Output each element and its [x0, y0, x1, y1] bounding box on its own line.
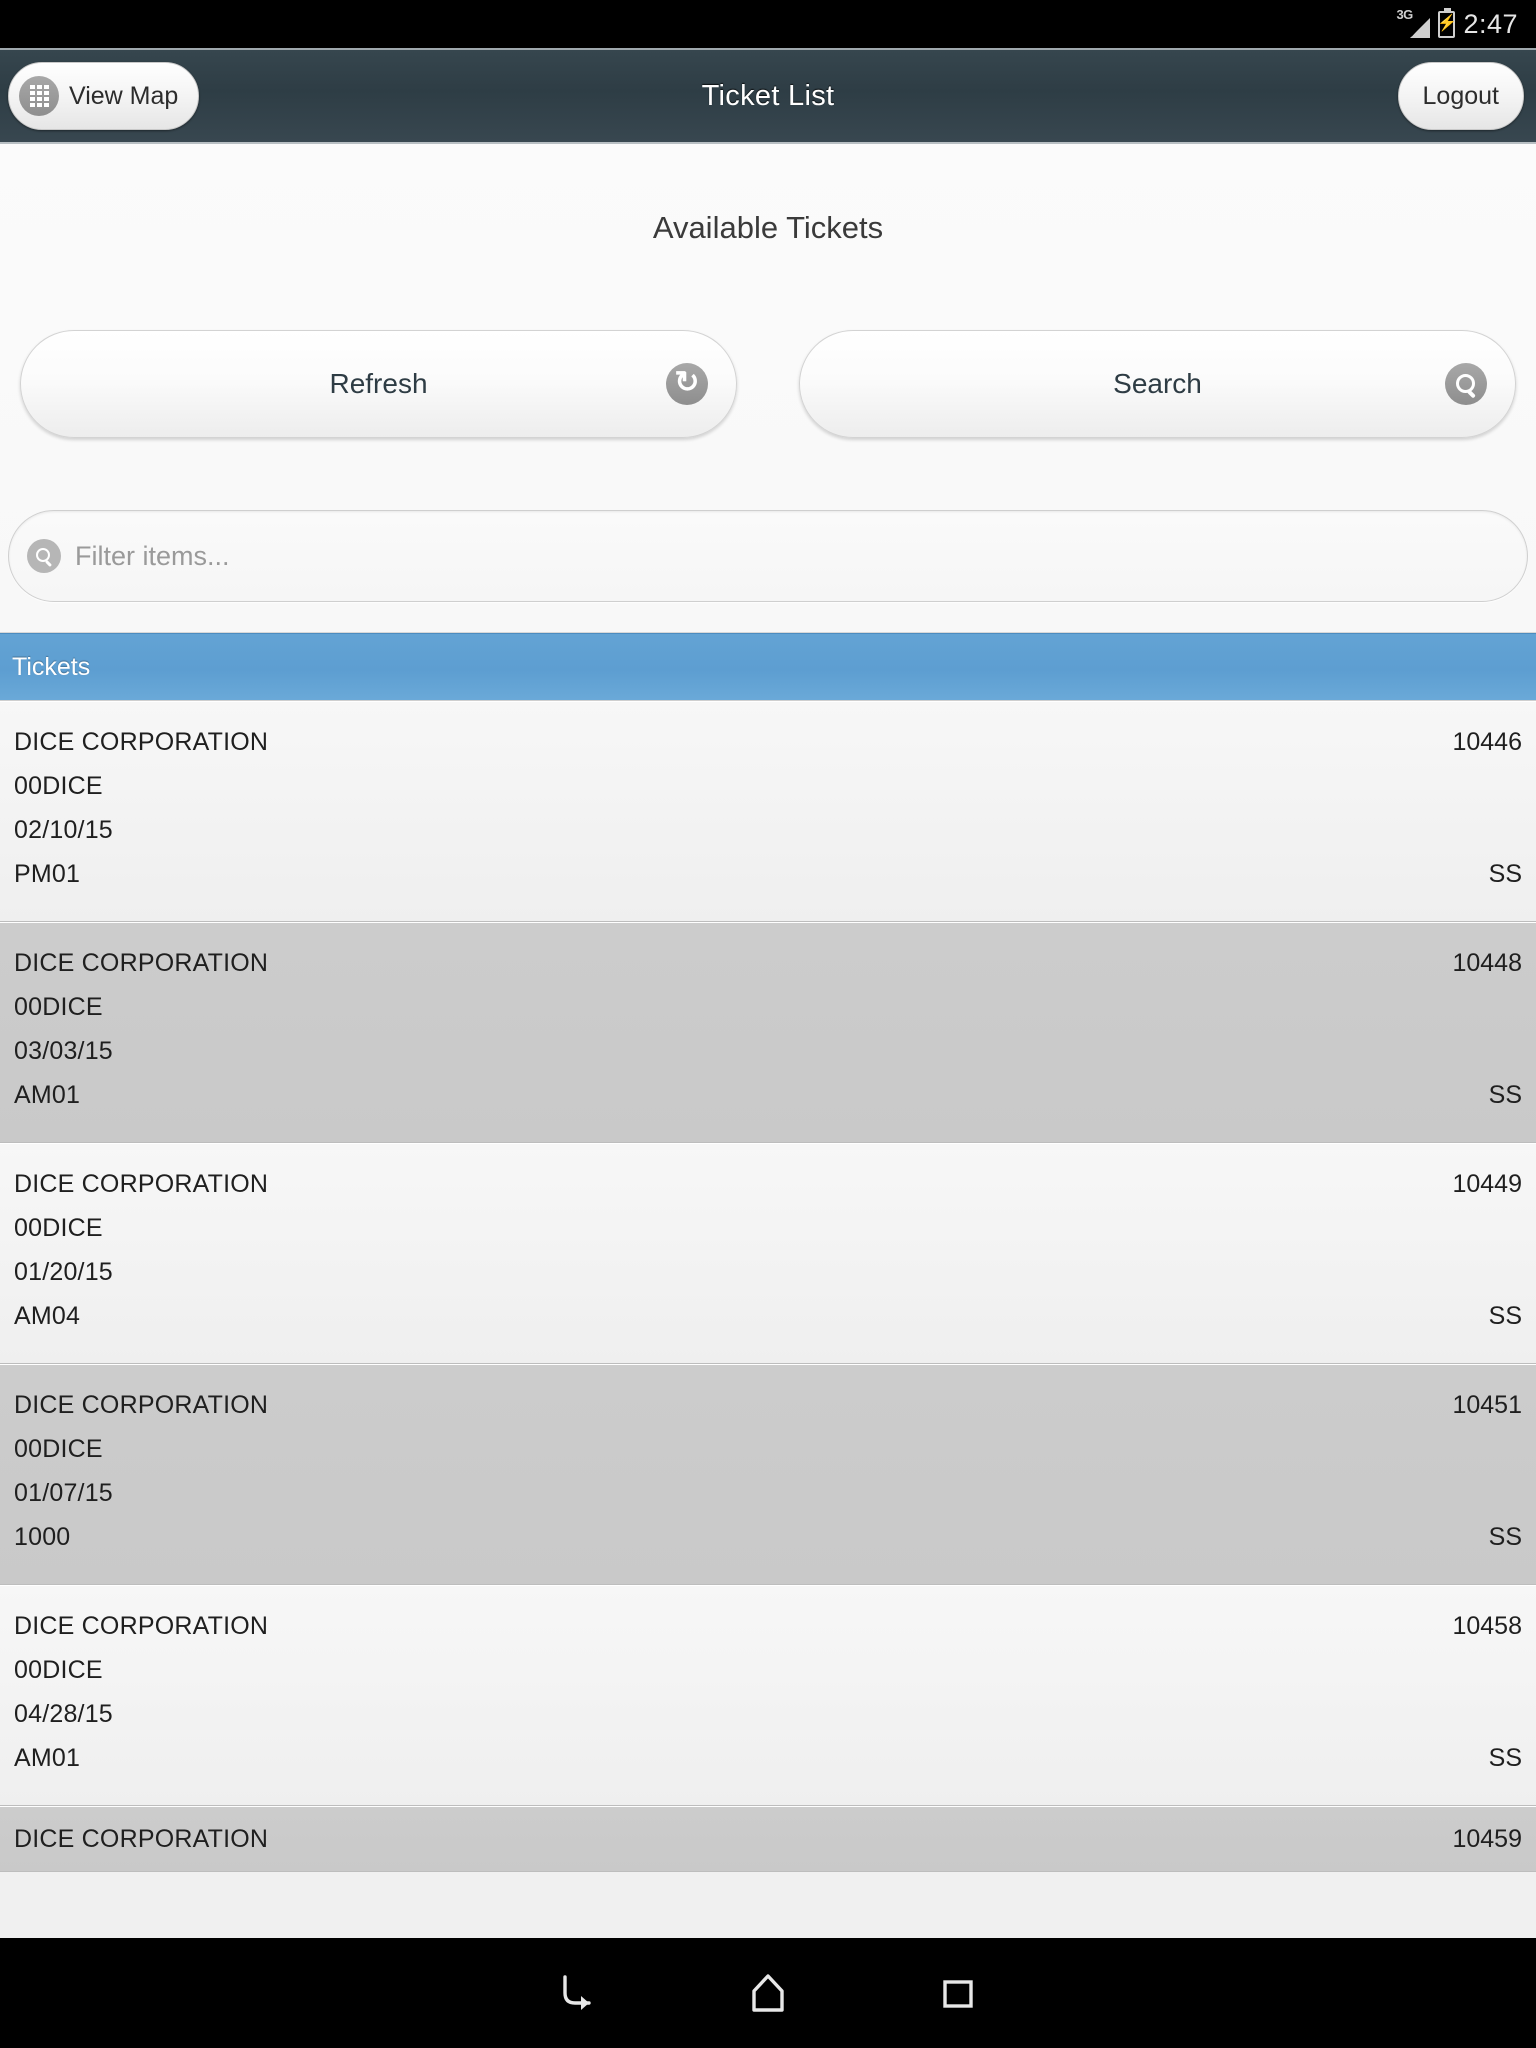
ticket-account: 00DICE: [14, 1435, 103, 1463]
ticket-code: AM04: [14, 1302, 81, 1330]
ticket-list[interactable]: Tickets DICE CORPORATION 10446 00DICE 02/…: [0, 632, 1536, 1938]
android-nav-bar: [0, 1938, 1536, 2048]
main-content: Available Tickets Refresh ↻ Search Filte…: [0, 144, 1536, 1938]
logout-label: Logout: [1422, 81, 1499, 110]
magnifier-glyph: [1455, 373, 1477, 395]
refresh-label: Refresh: [329, 368, 428, 399]
filter-placeholder: Filter items...: [75, 540, 230, 571]
ticket-status: SS: [1488, 1081, 1522, 1109]
ticket-code: 1000: [14, 1523, 71, 1551]
ticket-code: PM01: [14, 860, 81, 888]
status-clock: 2:47: [1463, 8, 1518, 39]
ticket-number: 10451: [1452, 1391, 1522, 1419]
ticket-status: SS: [1488, 1523, 1522, 1551]
ticket-code: AM01: [14, 1744, 81, 1772]
filter-field-wrapper: Filter items...: [0, 438, 1536, 602]
refresh-icon: ↻: [666, 363, 708, 405]
ticket-status: SS: [1488, 1302, 1522, 1330]
ticket-customer: DICE CORPORATION: [14, 728, 269, 756]
ticket-number: 10458: [1452, 1612, 1522, 1640]
table-row[interactable]: DICE CORPORATION 10449 00DICE 01/20/15 AM…: [0, 1143, 1536, 1364]
ticket-date: 01/07/15: [14, 1479, 113, 1507]
table-row[interactable]: DICE CORPORATION 10458 00DICE 04/28/15 AM…: [0, 1585, 1536, 1806]
page-title: Ticket List: [701, 79, 835, 112]
grid-map-icon: [19, 76, 59, 116]
ticket-date: 03/03/15: [14, 1037, 113, 1065]
ticket-customer: DICE CORPORATION: [14, 1170, 269, 1198]
ticket-number: 10449: [1452, 1170, 1522, 1198]
view-map-button[interactable]: View Map: [8, 62, 200, 130]
ticket-status: SS: [1488, 1744, 1522, 1772]
search-icon: [1445, 363, 1487, 405]
ticket-code: AM01: [14, 1081, 81, 1109]
table-row[interactable]: DICE CORPORATION 10451 00DICE 01/07/15 10…: [0, 1364, 1536, 1585]
signal-bars-glyph: [1410, 18, 1431, 38]
magnifier-glyph: [35, 547, 53, 565]
filter-input[interactable]: Filter items...: [8, 510, 1528, 602]
signal-bars-icon: 3G: [1396, 7, 1431, 41]
ticket-account: 00DICE: [14, 1214, 103, 1242]
ticket-list-header-label: Tickets: [12, 652, 91, 681]
ticket-account: 00DICE: [14, 993, 103, 1021]
ticket-account: 00DICE: [14, 1656, 103, 1684]
logout-button[interactable]: Logout: [1397, 62, 1524, 130]
ticket-date: 01/20/15: [14, 1258, 113, 1286]
action-button-row: Refresh ↻ Search: [0, 246, 1536, 438]
charging-bolt-glyph: ⚡: [1436, 15, 1457, 32]
battery-charging-icon: ⚡: [1436, 7, 1457, 38]
refresh-glyph: ↻: [674, 365, 700, 399]
device-screen: 3G ⚡ 2:47 View Map Ticket List Logout Av…: [0, 0, 1536, 2048]
ticket-status: SS: [1488, 860, 1522, 888]
home-icon[interactable]: [732, 1957, 804, 2029]
search-icon: [27, 539, 61, 573]
ticket-number: 10448: [1452, 949, 1522, 977]
ticket-date: 04/28/15: [14, 1700, 113, 1728]
ticket-account: 00DICE: [14, 772, 103, 800]
table-row[interactable]: DICE CORPORATION 10448 00DICE 03/03/15 AM…: [0, 922, 1536, 1143]
available-tickets-heading: Available Tickets: [652, 210, 884, 245]
android-status-bar: 3G ⚡ 2:47: [0, 0, 1536, 48]
ticket-number: 10446: [1452, 728, 1522, 756]
ticket-customer: DICE CORPORATION: [14, 1391, 269, 1419]
table-row[interactable]: DICE CORPORATION 10446 00DICE 02/10/15 PM…: [0, 701, 1536, 922]
recent-apps-icon[interactable]: [922, 1957, 994, 2029]
app-title-bar: View Map Ticket List Logout: [0, 48, 1536, 144]
search-button[interactable]: Search: [799, 330, 1516, 438]
status-icons: 3G ⚡ 2:47: [1396, 7, 1518, 41]
ticket-list-header: Tickets: [0, 633, 1536, 701]
view-map-label: View Map: [69, 81, 179, 110]
search-label: Search: [1113, 368, 1202, 399]
table-row[interactable]: DICE CORPORATION 10459: [0, 1806, 1536, 1872]
back-arrow-icon[interactable]: [542, 1957, 614, 2029]
refresh-button[interactable]: Refresh ↻: [20, 330, 737, 438]
ticket-customer: DICE CORPORATION: [14, 1825, 269, 1853]
ticket-customer: DICE CORPORATION: [14, 949, 269, 977]
ticket-date: 02/10/15: [14, 816, 113, 844]
ticket-number: 10459: [1452, 1825, 1522, 1853]
ticket-customer: DICE CORPORATION: [14, 1612, 269, 1640]
